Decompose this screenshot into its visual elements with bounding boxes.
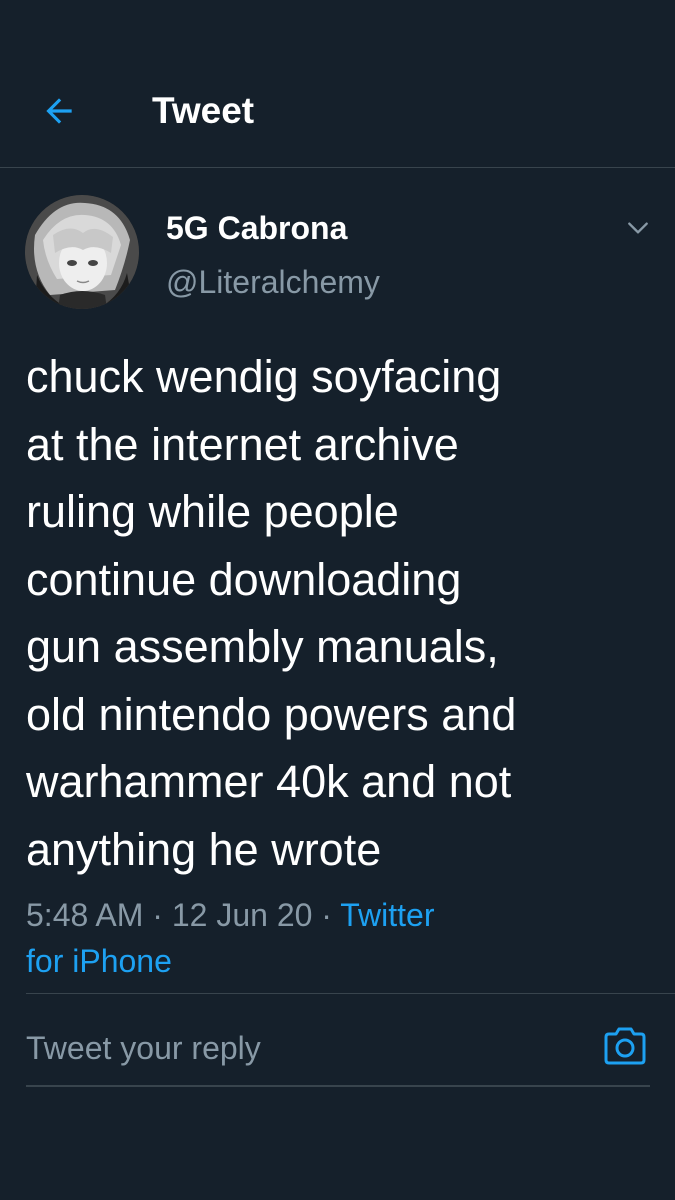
tweet-source-link-cont[interactable]: for iPhone [26, 943, 172, 979]
reply-input[interactable] [26, 1022, 566, 1074]
tweet-options-button[interactable] [620, 210, 656, 246]
divider [26, 993, 675, 994]
reply-underline [26, 1085, 650, 1087]
tweet-time: 5:48 AM [26, 897, 144, 933]
top-app-bar: Tweet [0, 0, 675, 168]
bottom-empty-area [0, 1100, 675, 1200]
author-display-name[interactable]: 5G Cabrona [166, 208, 347, 248]
chevron-down-icon [628, 222, 648, 234]
tweet-source-link[interactable]: Twitter [340, 897, 434, 933]
meta-separator: · [312, 897, 341, 933]
page-title: Tweet [152, 90, 255, 131]
back-button[interactable] [36, 88, 82, 134]
camera-button[interactable] [600, 1022, 650, 1070]
tweet-text: chuck wendig soyfacing at the internet a… [26, 351, 517, 875]
meta-separator: · [143, 897, 172, 933]
camera-icon [604, 1027, 646, 1065]
arrow-left-icon [46, 98, 72, 124]
tweet-date: 12 Jun 20 [171, 897, 313, 933]
tweet-meta: 5:48 AM · 12 Jun 20 · Twitter for iPhone [26, 892, 626, 984]
author-handle[interactable]: @Literalchemy [166, 262, 380, 302]
avatar[interactable] [25, 195, 139, 309]
tweet-detail-screen: Tweet 5G Cabrona @Literalchemy chuck wen… [0, 0, 675, 1200]
anime-avatar-image [25, 195, 139, 309]
